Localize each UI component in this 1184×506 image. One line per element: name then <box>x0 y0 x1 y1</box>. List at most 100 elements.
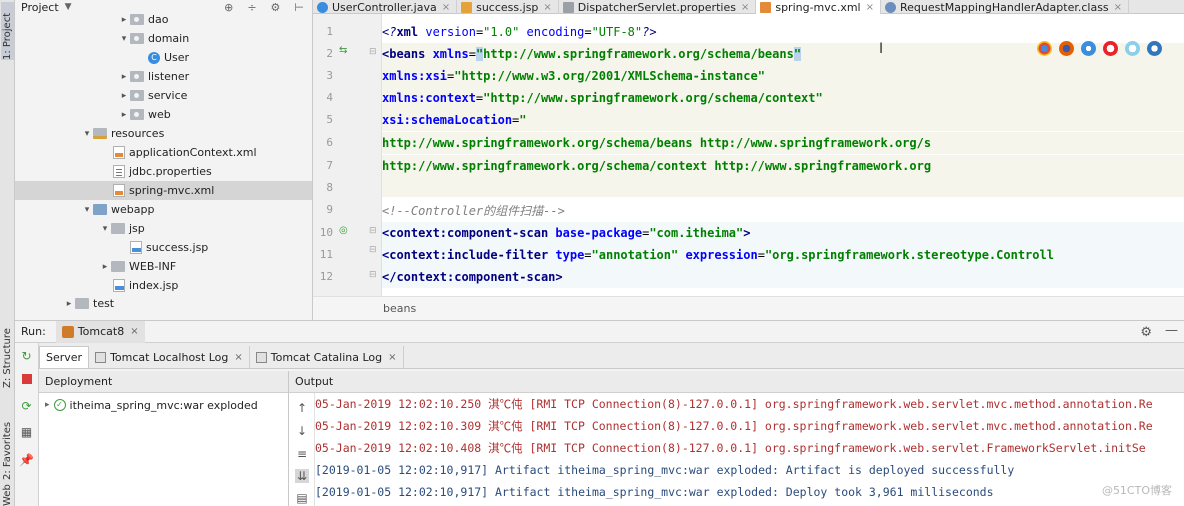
run-toolbar: ↻ ⟳ ▦ 📌 <box>15 343 39 506</box>
close-icon[interactable]: × <box>130 326 138 337</box>
code-area[interactable]: <? xml version = "1.0" encoding = "UTF-8" ?> <… <box>382 14 1184 296</box>
output-log[interactable]: 05-Jan-2019 12:02:10.250 淇℃伅 [RMI TCP Co… <box>315 393 1184 506</box>
component-scan-icon[interactable]: ◎ <box>339 225 348 236</box>
chevron-down-icon[interactable]: ▾ <box>81 129 93 139</box>
code-line-12: </context:component-scan> <box>382 266 1184 288</box>
close-icon[interactable]: × <box>866 2 874 13</box>
tree-item-web[interactable]: ▸ web <box>15 105 312 124</box>
fold-icon[interactable]: ⊟ <box>369 245 377 255</box>
chevron-right-icon[interactable]: ▸ <box>118 72 130 82</box>
editor-tab-spring-mvc-xml[interactable]: spring-mvc.xml × <box>756 0 882 14</box>
soft-wrap-icon[interactable]: ≡ <box>295 447 309 461</box>
chevron-down-icon[interactable]: ▾ <box>118 34 130 44</box>
scroll-to-end-icon[interactable]: ⇊ <box>295 469 309 483</box>
run-config-tab[interactable]: Tomcat8 × <box>55 320 145 343</box>
chevron-down-icon[interactable]: ▾ <box>99 224 111 234</box>
editor-tab-success-jsp[interactable]: success.jsp × <box>457 0 559 14</box>
tab-server[interactable]: Server <box>39 346 90 368</box>
package-folder-icon <box>130 71 144 82</box>
close-icon[interactable]: × <box>543 2 551 13</box>
opera-icon[interactable] <box>1103 41 1118 56</box>
tree-item-user[interactable]: C User <box>15 48 312 67</box>
tree-item-domain[interactable]: ▾ domain <box>15 29 312 48</box>
line-number: 11 <box>319 248 333 261</box>
code-line-8 <box>382 177 1184 197</box>
tree-item-web-inf[interactable]: ▸ WEB-INF <box>15 257 312 276</box>
project-tool-tab[interactable]: 1: Project <box>1 2 14 60</box>
tab-tomcat-catalina-log[interactable]: Tomcat Catalina Log × <box>250 346 404 368</box>
tab-tomcat-localhost-log[interactable]: Tomcat Localhost Log × <box>89 346 250 368</box>
breadcrumb-item-beans[interactable]: beans <box>383 302 416 315</box>
deployment-item[interactable]: ▸ ✓ itheima_spring_mvc:war exploded <box>39 395 258 415</box>
scroll-down-icon[interactable]: ↓ <box>295 424 309 438</box>
tomcat-icon <box>61 325 74 338</box>
tree-item-applicationcontext-xml[interactable]: applicationContext.xml <box>15 143 312 162</box>
chevron-right-icon[interactable]: ▸ <box>118 110 130 120</box>
layout-icon[interactable]: ▦ <box>19 425 34 440</box>
line-number: 5 <box>326 113 333 126</box>
editor-tab-requestmappinghandleradapter-class[interactable]: RequestMappingHandlerAdapter.class × <box>881 0 1130 14</box>
tree-item-webapp[interactable]: ▾ webapp <box>15 200 312 219</box>
structure-tool-tab[interactable]: Z: Structure <box>1 318 14 388</box>
close-icon[interactable]: × <box>388 352 396 363</box>
code-line-9: <!--Controller的组件扫描--> <box>382 203 565 218</box>
line-number: 10 <box>319 226 333 239</box>
code-line-3: xmlns:xsi = "http://www.w3.org/2001/XMLSch… <box>382 65 1184 87</box>
chevron-right-icon[interactable]: ▸ <box>118 15 130 25</box>
close-icon[interactable]: × <box>741 2 749 13</box>
close-icon[interactable]: × <box>234 352 242 363</box>
chevron-right-icon[interactable]: ▸ <box>118 91 130 101</box>
web-tool-tab[interactable]: Web <box>1 484 14 506</box>
tree-item-spring-mvc-xml[interactable]: spring-mvc.xml <box>15 181 312 200</box>
tree-item-index-jsp[interactable]: index.jsp <box>15 276 312 295</box>
firefox-icon[interactable] <box>1059 41 1074 56</box>
editor-tab-usercontroller-java[interactable]: UserController.java × <box>313 0 458 14</box>
update-icon[interactable]: ⟳ <box>19 399 34 414</box>
close-icon[interactable]: × <box>442 2 450 13</box>
chevron-down-icon[interactable]: ▾ <box>81 205 93 215</box>
tree-item-test[interactable]: ▸ test <box>15 294 312 313</box>
tree-item-label: webapp <box>111 203 155 216</box>
fold-icon[interactable]: ⊟ <box>369 226 377 236</box>
minimize-icon[interactable]: — <box>1165 323 1178 338</box>
stop-icon[interactable] <box>19 373 34 388</box>
chevron-right-icon[interactable]: ▸ <box>99 262 111 272</box>
pin-icon[interactable]: 📌 <box>19 453 34 468</box>
folder-icon <box>111 223 125 234</box>
code-line-10: <context:component-scan base-package = "co… <box>382 222 1184 244</box>
tree-item-label: WEB-INF <box>129 260 177 273</box>
print-icon[interactable]: ▤ <box>295 491 309 505</box>
spring-beans-icon[interactable]: ⇆ <box>339 45 347 56</box>
line-number: 4 <box>326 91 333 104</box>
chevron-right-icon[interactable]: ▸ <box>63 299 75 309</box>
tree-item-jsp[interactable]: ▾ jsp <box>15 219 312 238</box>
editor-tab-dispatcherservlet-properties[interactable]: DispatcherServlet.properties × <box>559 0 757 14</box>
tree-item-label: spring-mvc.xml <box>129 184 215 197</box>
fold-icon[interactable]: ⊟ <box>369 270 377 280</box>
editor-tab-label: RequestMappingHandlerAdapter.class <box>900 0 1109 14</box>
log-icon <box>255 351 267 363</box>
scroll-up-icon[interactable]: ↑ <box>295 401 309 415</box>
tree-item-dao[interactable]: ▸ dao <box>15 10 312 29</box>
tree-item-jdbc-properties[interactable]: jdbc.properties <box>15 162 312 181</box>
xml-file-icon <box>760 1 772 13</box>
tree-item-success-jsp[interactable]: success.jsp <box>15 238 312 257</box>
gear-icon[interactable]: ⚙ <box>1140 325 1152 340</box>
chevron-right-icon[interactable]: ▸ <box>45 400 50 410</box>
code-editor[interactable]: 1 2 3 4 5 6 7 8 9 10 11 12 ⇆ ◎ ⊟ ⊟ ⊟ ⊟ <? xml version = "1.0… <box>313 14 1184 296</box>
rerun-icon[interactable]: ↻ <box>19 349 34 364</box>
prop-file-icon <box>562 1 574 13</box>
tab-server-label: Server <box>46 351 83 364</box>
edge-icon[interactable] <box>1147 41 1162 56</box>
tree-item-resources[interactable]: ▾ resources <box>15 124 312 143</box>
run-label: Run: <box>21 325 46 338</box>
favorites-tool-tab[interactable]: 2: Favorites <box>1 404 14 480</box>
web-folder-icon <box>93 204 107 215</box>
chrome-icon[interactable] <box>1037 41 1052 56</box>
tree-item-listener[interactable]: ▸ listener <box>15 67 312 86</box>
fold-icon[interactable]: ⊟ <box>369 47 377 57</box>
ie-icon[interactable] <box>1125 41 1140 56</box>
tree-item-service[interactable]: ▸ service <box>15 86 312 105</box>
safari-icon[interactable] <box>1081 41 1096 56</box>
close-icon[interactable]: × <box>1114 2 1122 13</box>
